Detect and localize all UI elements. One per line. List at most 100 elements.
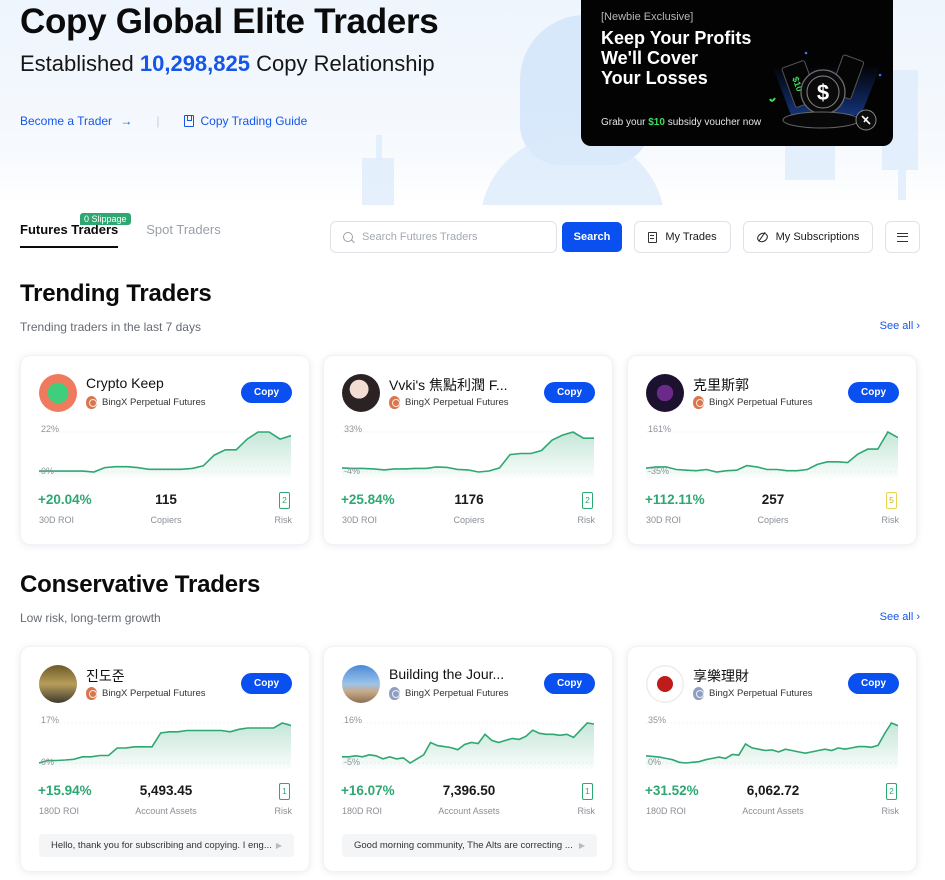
avatar[interactable] — [646, 374, 684, 412]
y-max-label: 161% — [648, 424, 672, 434]
risk-label: Risk — [274, 515, 293, 525]
tab-label: Spot Traders — [146, 222, 221, 237]
avatar[interactable] — [342, 665, 380, 703]
trader-platform: BingX Perpetual Futures — [693, 396, 813, 409]
y-min-label: -35% — [648, 466, 670, 476]
see-all-trending-link[interactable]: See all › — [880, 320, 920, 332]
trader-card[interactable]: Crypto Keep BingX Perpetual Futures Copy… — [20, 355, 310, 545]
stat-label: Copiers — [150, 515, 182, 525]
sparkle — [769, 97, 776, 102]
see-all-label: See all — [879, 320, 914, 332]
coin-base — [782, 111, 860, 129]
platform-label: BingX Perpetual Futures — [102, 688, 206, 699]
y-max-label: 35% — [648, 715, 667, 725]
avatar[interactable] — [342, 374, 380, 412]
copy-button[interactable]: Copy — [544, 382, 595, 403]
decor-candle — [362, 158, 394, 205]
copy-button[interactable]: Copy — [241, 382, 292, 403]
risk-label: Risk — [881, 515, 900, 525]
document-icon — [648, 231, 658, 243]
medal-icon — [693, 396, 704, 409]
copy-button[interactable]: Copy — [848, 382, 899, 403]
roi-sparkline — [646, 430, 898, 478]
hero-links: Become a Trader → | Copy Trading Guide — [20, 114, 307, 128]
dollar-icon: $ — [817, 80, 829, 105]
promo-headline-line: Your Losses — [601, 68, 708, 88]
trader-card[interactable]: 享樂理財 BingX Perpetual Futures Copy 35% 0%… — [627, 646, 917, 872]
platform-label: BingX Perpetual Futures — [709, 688, 813, 699]
trader-note[interactable]: Hello, thank you for subscribing and cop… — [39, 834, 294, 857]
stat-value: 1176 — [454, 492, 484, 507]
chevron-right-icon: › — [916, 611, 920, 623]
my-subscriptions-button[interactable]: My Subscriptions — [743, 221, 873, 253]
avatar[interactable] — [39, 374, 77, 412]
risk-badge: 2 — [886, 783, 897, 800]
chevron-right-icon: ▶ — [275, 841, 282, 850]
risk-badge: 1 — [279, 783, 290, 800]
tab-spot-traders[interactable]: Spot Traders — [146, 222, 220, 248]
promo-headline-line: We'll Cover — [601, 48, 698, 68]
decor-candle-wick — [376, 135, 382, 160]
y-max-label: 16% — [344, 715, 363, 725]
stat-value: 7,396.50 — [442, 783, 496, 798]
my-trades-button[interactable]: My Trades — [634, 221, 731, 253]
subtitle-suffix: Copy Relationship — [256, 51, 435, 76]
stat-label: Account Assets — [135, 806, 197, 816]
stat-value: 5,493.45 — [139, 783, 193, 798]
trader-card[interactable]: Building the Jour... BingX Perpetual Fut… — [323, 646, 613, 872]
subscription-icon — [755, 230, 769, 244]
trader-name[interactable]: 진도준 — [86, 666, 125, 686]
trader-card[interactable]: Vvki's 焦點利潤 F... BingX Perpetual Futures… — [323, 355, 613, 545]
search-input[interactable] — [362, 231, 542, 243]
copy-button[interactable]: Copy — [848, 673, 899, 694]
trader-name[interactable]: Building the Jour... — [389, 666, 504, 682]
y-min-label: -4% — [344, 466, 361, 476]
search-field[interactable] — [330, 221, 557, 253]
avatar[interactable] — [646, 665, 684, 703]
become-trader-link[interactable]: Become a Trader → — [20, 114, 132, 128]
promo-banner[interactable]: [Newbie Exclusive] Keep Your Profits We'… — [581, 0, 893, 146]
note-text: Hello, thank you for subscribing and cop… — [51, 840, 272, 851]
trader-platform: BingX Perpetual Futures — [693, 687, 813, 700]
roi-area — [39, 723, 291, 769]
promo-cta-prefix: Grab your — [601, 117, 646, 128]
trader-platform: BingX Perpetual Futures — [86, 687, 206, 700]
medal-icon — [389, 396, 400, 409]
y-max-label: 17% — [41, 715, 60, 725]
medal-icon — [86, 687, 97, 700]
menu-button[interactable] — [885, 221, 920, 253]
copy-button[interactable]: Copy — [544, 673, 595, 694]
avatar[interactable] — [39, 665, 77, 703]
y-max-label: 33% — [344, 424, 363, 434]
tab-futures-traders[interactable]: Futures Traders 0 Slippage — [20, 213, 131, 248]
y-min-label: -5% — [344, 757, 361, 767]
trader-note[interactable]: Good morning community, The Alts are cor… — [342, 834, 597, 857]
risk-badge: 1 — [582, 783, 593, 800]
relationship-count: 10,298,825 — [139, 51, 250, 76]
trader-card[interactable]: 克里斯郭 BingX Perpetual Futures Copy 161% -… — [627, 355, 917, 545]
roi-area — [342, 723, 594, 769]
stat-label: Account Assets — [438, 806, 500, 816]
stat-value: 6,062.72 — [746, 783, 800, 798]
roi-sparkline — [39, 722, 291, 769]
trader-name[interactable]: 克里斯郭 — [693, 375, 749, 395]
stat-label: Account Assets — [742, 806, 804, 816]
trader-platform: BingX Perpetual Futures — [389, 396, 509, 409]
trader-name[interactable]: Crypto Keep — [86, 375, 164, 391]
roi-sparkline — [39, 431, 291, 478]
see-all-conservative-link[interactable]: See all › — [880, 611, 920, 623]
my-trades-label: My Trades — [665, 231, 717, 243]
hamburger-icon — [897, 232, 908, 242]
divider: | — [156, 114, 160, 128]
trader-name[interactable]: 享樂理財 — [693, 666, 749, 686]
trader-card[interactable]: 진도준 BingX Perpetual Futures Copy 17% 0% … — [20, 646, 310, 872]
sparkle — [804, 51, 808, 55]
y-min-label: 0% — [41, 466, 55, 476]
trader-name[interactable]: Vvki's 焦點利潤 F... — [389, 375, 508, 395]
copy-button[interactable]: Copy — [241, 673, 292, 694]
risk-badge: 2 — [582, 492, 593, 509]
copy-trading-guide-link[interactable]: Copy Trading Guide — [183, 114, 307, 128]
slippage-badge: 0 Slippage — [80, 213, 131, 225]
trader-platform: BingX Perpetual Futures — [86, 396, 206, 409]
search-button[interactable]: Search — [562, 222, 622, 252]
